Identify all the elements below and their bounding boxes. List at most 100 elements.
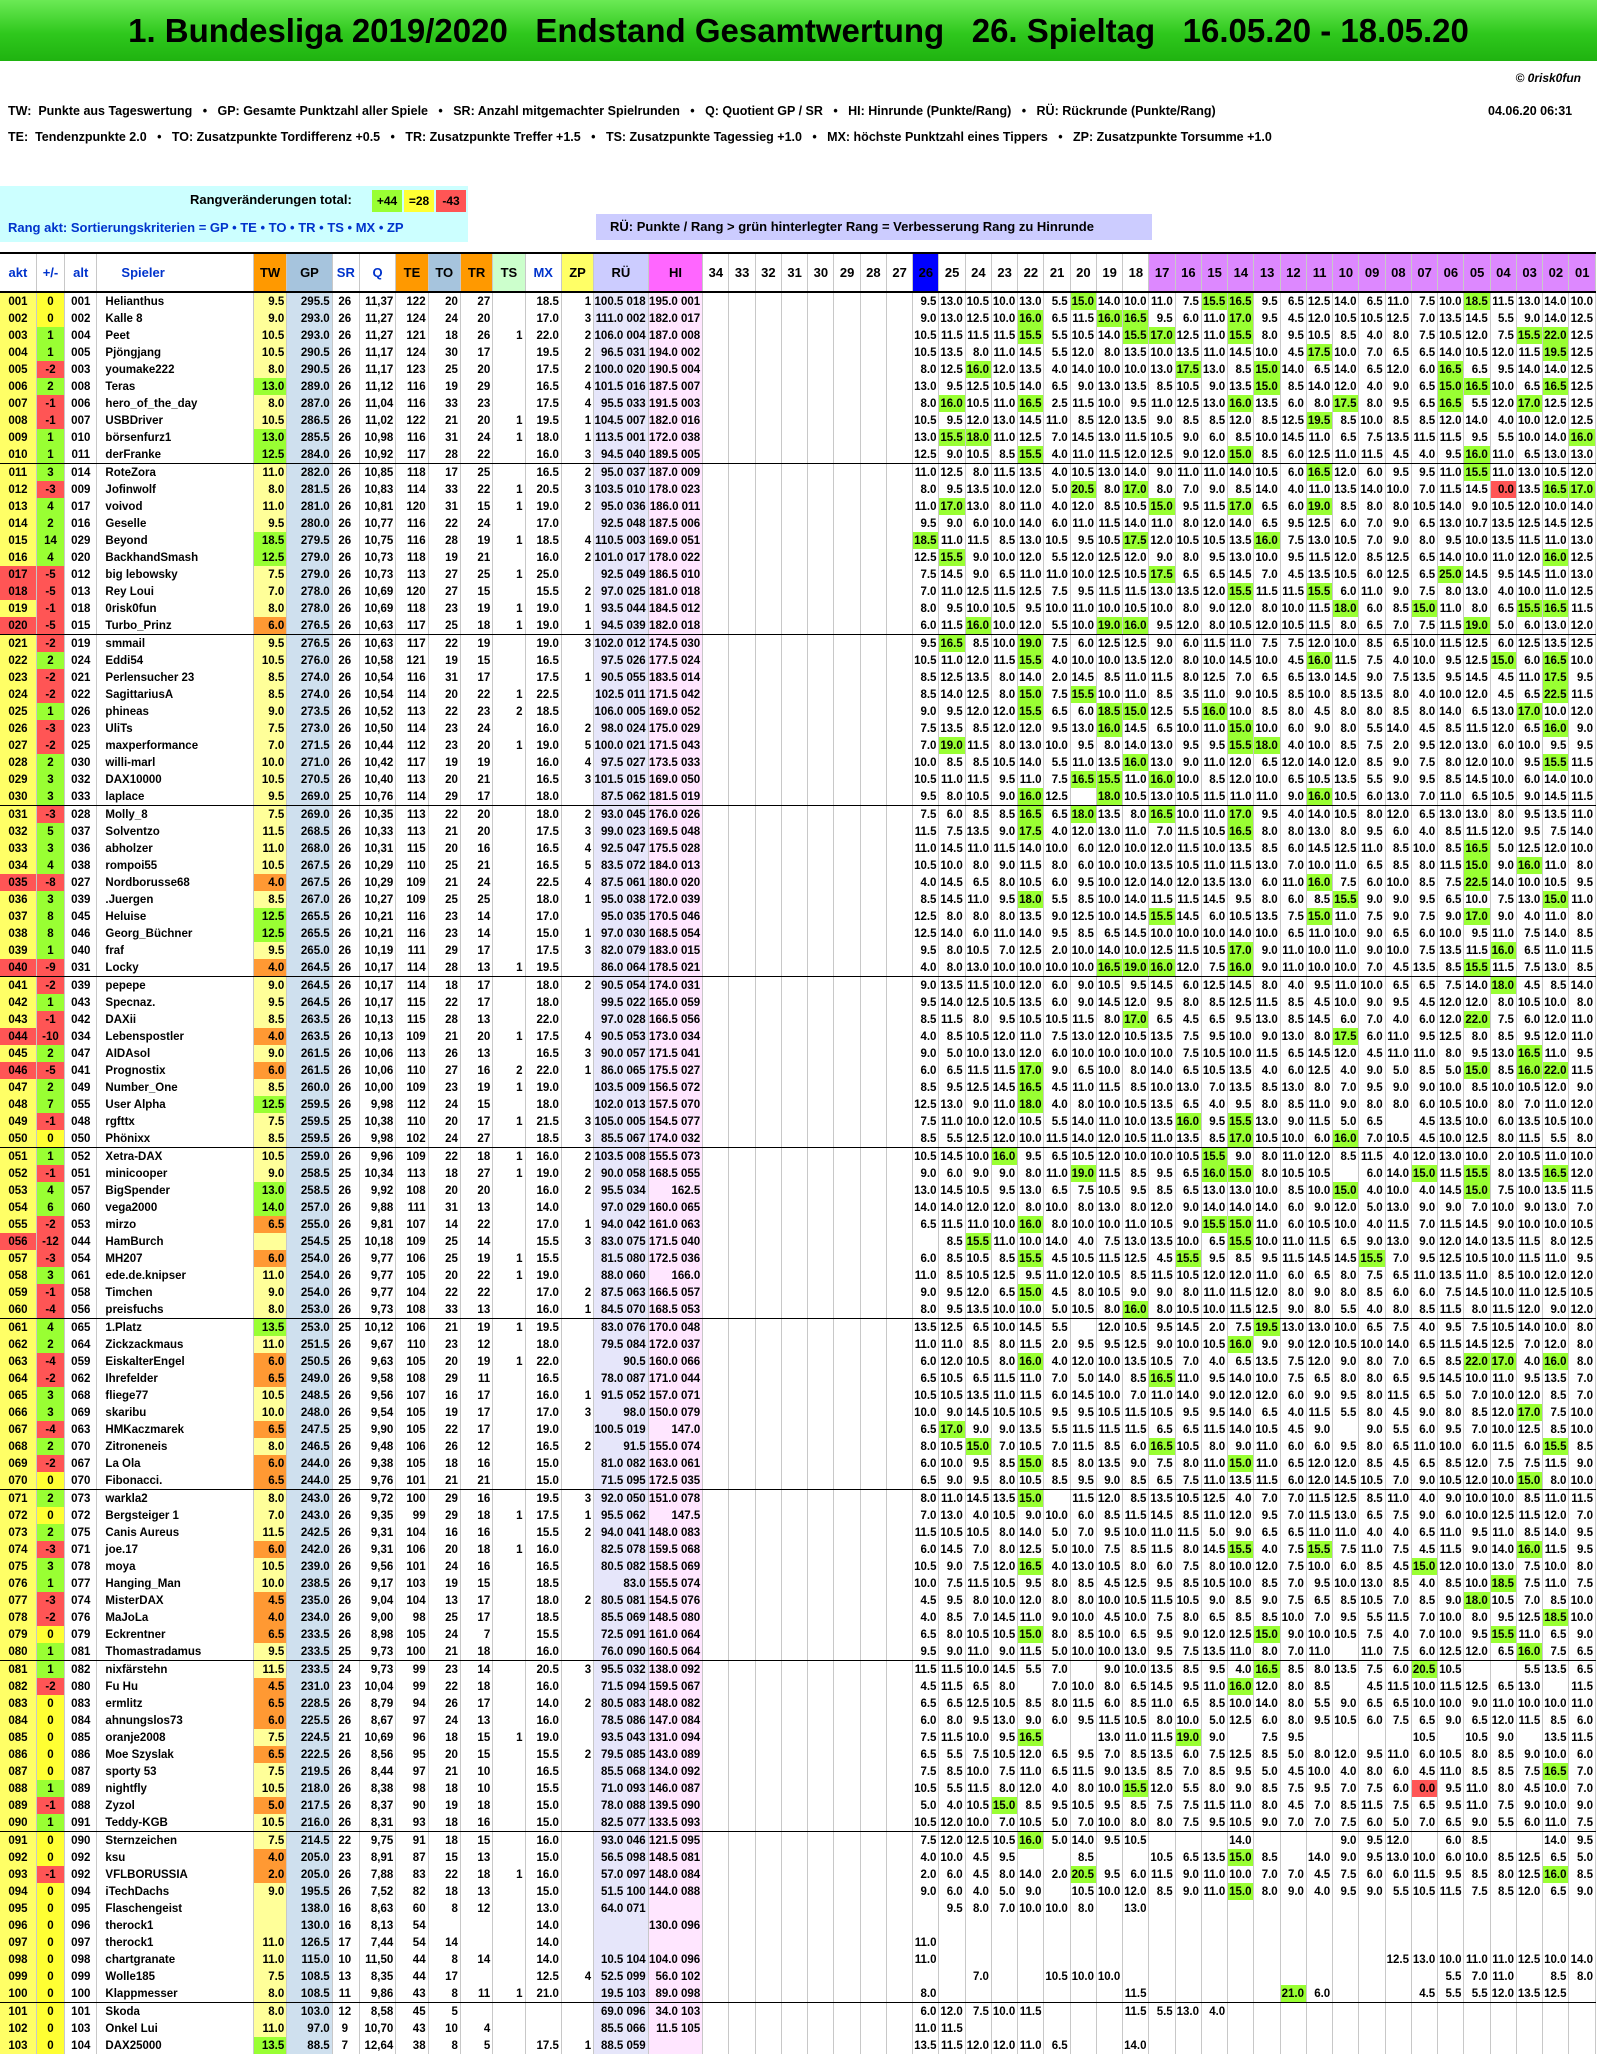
table-row: 079 0 079 Eckrentner 6.5 233.5 26 8,98 105 24 7 15.… xyxy=(0,1626,1596,1643)
cell-round: 6.5 xyxy=(1411,1797,1439,1814)
cell-round: 8.0 xyxy=(1358,805,1386,823)
cell-round: 12.0 xyxy=(1017,549,1045,566)
cell-alt: 092 xyxy=(64,1866,98,1883)
cell-round: 13.0 xyxy=(1463,583,1491,600)
cell-round: 12.0 xyxy=(991,1558,1019,1575)
table-row: 032 5 037 Solventzo 11.5 268.5 26 10,33 113 21 20 1… xyxy=(0,823,1596,840)
cell-round: 14.5 xyxy=(1148,1678,1176,1695)
cell-round: 11.5 xyxy=(1437,1541,1465,1558)
cell-te: 124 xyxy=(395,344,429,361)
cell-akt: 006 xyxy=(0,378,37,395)
cell-round xyxy=(833,1404,861,1421)
table-row: 021 -2 019 smmail 9.5 276.5 26 10,63 117 22 19 19.0… xyxy=(0,634,1596,652)
cell-mx: 19.0 xyxy=(525,600,562,617)
cell-round: 11.5 xyxy=(965,532,992,549)
cell-ts: 2 xyxy=(492,703,526,720)
table-row: 023 -2 021 Perlensucher 23 8.5 274.0 26 10,54 11… xyxy=(0,669,1596,686)
cell-sr: 24 xyxy=(332,1660,360,1678)
cell-round: 8.5 xyxy=(1201,1763,1229,1780)
cell-alt: 080 xyxy=(64,1678,98,1695)
cell-round: 10.0 xyxy=(1463,549,1491,566)
cell-hi: 138.0 092 xyxy=(648,1660,704,1678)
cell-gp: 257.0 xyxy=(286,1199,333,1216)
cell-zp: 4 xyxy=(561,754,595,771)
cell-round xyxy=(833,669,861,686)
cell-sr: 26 xyxy=(332,703,360,720)
cell-ts xyxy=(492,891,526,908)
cell-pm: 1 xyxy=(36,446,66,464)
cell-round xyxy=(807,1626,835,1643)
cell-alt: 079 xyxy=(64,1626,98,1643)
cell-akt: 027 xyxy=(0,737,37,754)
cell-round: 16.0 xyxy=(1463,446,1491,464)
cell-round xyxy=(781,1233,809,1250)
cell-round xyxy=(755,925,782,942)
cell-round: 10.5 xyxy=(912,771,940,788)
cell-round: 14.0 xyxy=(1253,481,1281,498)
cell-pm: 4 xyxy=(36,1318,66,1336)
cell-te: 114 xyxy=(395,481,429,498)
cell-round: 6.5 xyxy=(912,1626,940,1643)
cell-ts xyxy=(492,1233,526,1250)
cell-round: 8.0 xyxy=(1490,1130,1517,1148)
cell-round: 14.0 xyxy=(1385,1165,1412,1182)
cell-round: 8.5 xyxy=(1306,1678,1334,1695)
cell-tr: 13 xyxy=(460,1045,494,1062)
cell-round: 4.5 xyxy=(1280,344,1307,361)
cell-sr: 26 xyxy=(332,1370,360,1387)
cell-round: 12.0 xyxy=(1385,805,1412,823)
cell-round: 8.5 xyxy=(1542,1421,1570,1438)
cell-round xyxy=(781,1541,809,1558)
cell-round: 11.0 xyxy=(1490,549,1517,566)
cell-round: 12.0 xyxy=(1201,1267,1229,1284)
cell-round: 11.5 xyxy=(1490,1438,1517,1455)
cell-sr: 26 xyxy=(332,994,360,1011)
cell-round: 11.5 xyxy=(1253,1472,1281,1490)
cell-round xyxy=(755,532,782,549)
cell-round xyxy=(781,634,809,652)
cell-round: 11.5 xyxy=(991,652,1019,669)
cell-round: 12.0 xyxy=(965,1199,992,1216)
cell-round xyxy=(781,463,809,481)
cell-alt: 062 xyxy=(64,1370,98,1387)
cell-round: 11.5 xyxy=(1332,652,1360,669)
cell-round: 8.0 xyxy=(965,344,992,361)
cell-alt: 094 xyxy=(64,1883,98,1900)
cell-ts xyxy=(492,1831,526,1849)
cell-round: 9.5 xyxy=(1568,1541,1596,1558)
cell-gp: 205.0 xyxy=(286,1849,333,1866)
cell-round: 10.5 xyxy=(912,412,940,429)
cell-tr: 13 xyxy=(460,1883,494,1900)
cell-to: 22 xyxy=(428,515,461,532)
cell-pm: 0 xyxy=(36,1900,66,1917)
cell-round: 7.5 xyxy=(1358,1660,1386,1678)
cell-round: 9.0 xyxy=(1227,1524,1255,1541)
cell-ts xyxy=(492,1370,526,1387)
cell-round: 10.0 xyxy=(1253,1182,1281,1199)
cell-round xyxy=(886,857,914,874)
cell-round: 17.0 xyxy=(938,1421,966,1438)
cell-round xyxy=(781,481,809,498)
cell-akt: 017 xyxy=(0,566,37,583)
cell-round: 11.5 xyxy=(1516,532,1544,549)
cell-pm: -10 xyxy=(36,1028,66,1045)
cell-name: DAXii xyxy=(96,1011,254,1028)
cell-round: 8.5 xyxy=(938,754,966,771)
cell-round: 8.5 xyxy=(1175,1575,1202,1592)
cell-round xyxy=(860,1780,887,1797)
cell-round: 13.5 xyxy=(1148,1660,1176,1678)
cell-round: 0.0 xyxy=(1411,1780,1439,1797)
cell-round xyxy=(755,1524,782,1541)
cell-akt: 055 xyxy=(0,1216,37,1233)
cell-round xyxy=(833,1814,861,1832)
cell-round: 9.0 xyxy=(1201,1592,1229,1609)
cell-round: 5.0 xyxy=(1201,1524,1229,1541)
table-row: 094 0 094 iTechDachs 9.0 195.5 26 7,52 82 18 13 15.… xyxy=(0,1883,1596,1900)
cell-round: 9.5 xyxy=(1148,1318,1176,1336)
cell-sr: 26 xyxy=(332,976,360,994)
cell-round: 9.0 xyxy=(1568,1626,1596,1643)
cell-round: 6.0 xyxy=(1358,1814,1386,1832)
cell-q: 10,54 xyxy=(359,669,397,686)
cell-round: 12.0 xyxy=(1253,1558,1281,1575)
cell-round: 8.5 xyxy=(1280,378,1307,395)
